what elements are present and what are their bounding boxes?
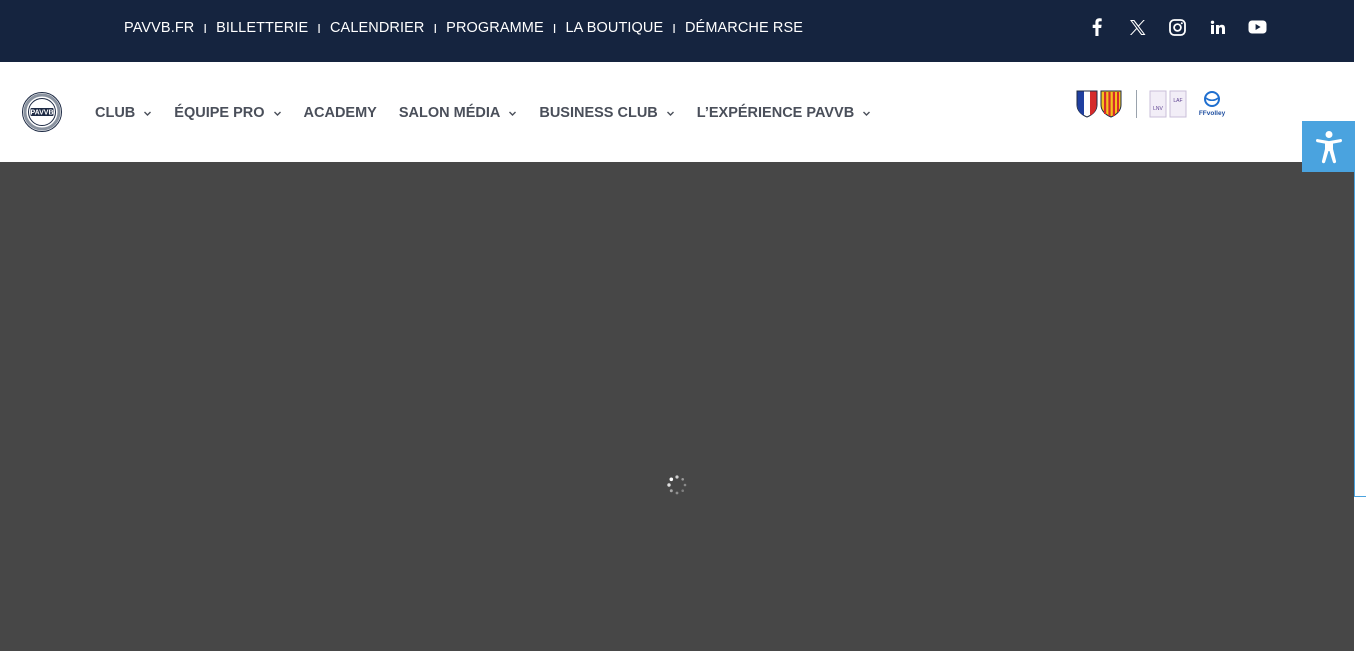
menu-item-label: CLUB [95, 105, 136, 121]
menu-item-experience[interactable]: L’EXPÉRIENCE PAVVB [697, 105, 871, 121]
ffvolley-logo[interactable]: FFvolley [1197, 90, 1227, 118]
top-bar: PAVVB.FR I BILLETTERIE I CALENDRIER I PR… [0, 0, 1354, 62]
facebook-icon[interactable] [1086, 16, 1108, 38]
chevron-down-icon [273, 111, 281, 116]
top-link-pavvb[interactable]: PAVVB.FR [124, 20, 194, 36]
accessibility-icon [1315, 130, 1342, 163]
accessibility-panel-edge [1354, 121, 1366, 497]
club-logo[interactable]: PAVVB [22, 92, 62, 132]
chevron-down-icon [509, 111, 517, 116]
x-icon[interactable] [1126, 16, 1148, 38]
france-shield-icon[interactable] [1076, 90, 1098, 118]
separator: I [433, 20, 438, 36]
lnv-lettering: LNV [1153, 106, 1163, 112]
top-links: PAVVB.FR I BILLETTERIE I CALENDRIER I PR… [124, 0, 803, 56]
partner-logos: LNV LAF FFvolley [1076, 88, 1227, 120]
chevron-down-icon [666, 111, 674, 116]
chevron-down-icon [863, 111, 871, 116]
menu-item-equipe-pro[interactable]: ÉQUIPE PRO [174, 105, 281, 121]
menu-item-label: ACADEMY [303, 105, 377, 121]
main-menu: CLUB ÉQUIPE PRO ACADEMY SALON MÉDIA BUSI… [95, 62, 893, 164]
linkedin-icon[interactable] [1206, 16, 1228, 38]
main-navigation: PAVVB CLUB ÉQUIPE PRO ACADEMY SALON MÉDI… [0, 62, 1354, 162]
lnv-laf-logo[interactable]: LNV LAF [1149, 90, 1189, 118]
separator: I [203, 20, 208, 36]
menu-item-salon-media[interactable]: SALON MÉDIA [399, 105, 518, 121]
top-link-programme[interactable]: PROGRAMME [446, 20, 544, 36]
menu-item-label: SALON MÉDIA [398, 105, 501, 121]
accessibility-button[interactable] [1302, 121, 1355, 172]
separator: I [672, 20, 676, 36]
partner-divider [1136, 90, 1137, 118]
social-links [1086, 16, 1268, 38]
menu-item-club[interactable]: CLUB [95, 105, 152, 121]
youtube-icon[interactable] [1246, 16, 1268, 38]
ffvolley-lettering: FFvolley [1199, 110, 1226, 117]
top-link-calendrier[interactable]: CALENDRIER [330, 20, 424, 36]
chevron-down-icon [144, 111, 152, 116]
laf-lettering: LAF [1173, 98, 1182, 104]
top-link-billetterie[interactable]: BILLETTERIE [216, 20, 308, 36]
top-link-boutique[interactable]: LA BOUTIQUE [565, 20, 663, 36]
top-link-rse[interactable]: DÉMARCHE RSE [685, 20, 803, 36]
separator: I [317, 20, 321, 36]
instagram-icon[interactable] [1166, 16, 1188, 38]
separator: I [552, 20, 557, 36]
menu-item-business-club[interactable]: BUSINESS CLUB [539, 105, 674, 121]
loading-spinner-icon [667, 475, 687, 495]
menu-item-label: BUSINESS CLUB [539, 105, 658, 121]
catalan-shield-icon[interactable] [1100, 90, 1122, 118]
menu-item-academy[interactable]: ACADEMY [304, 105, 377, 121]
menu-item-label: L’EXPÉRIENCE PAVVB [696, 105, 855, 121]
logo-lettering: PAVVB [30, 110, 53, 117]
menu-item-label: ÉQUIPE PRO [174, 105, 265, 121]
